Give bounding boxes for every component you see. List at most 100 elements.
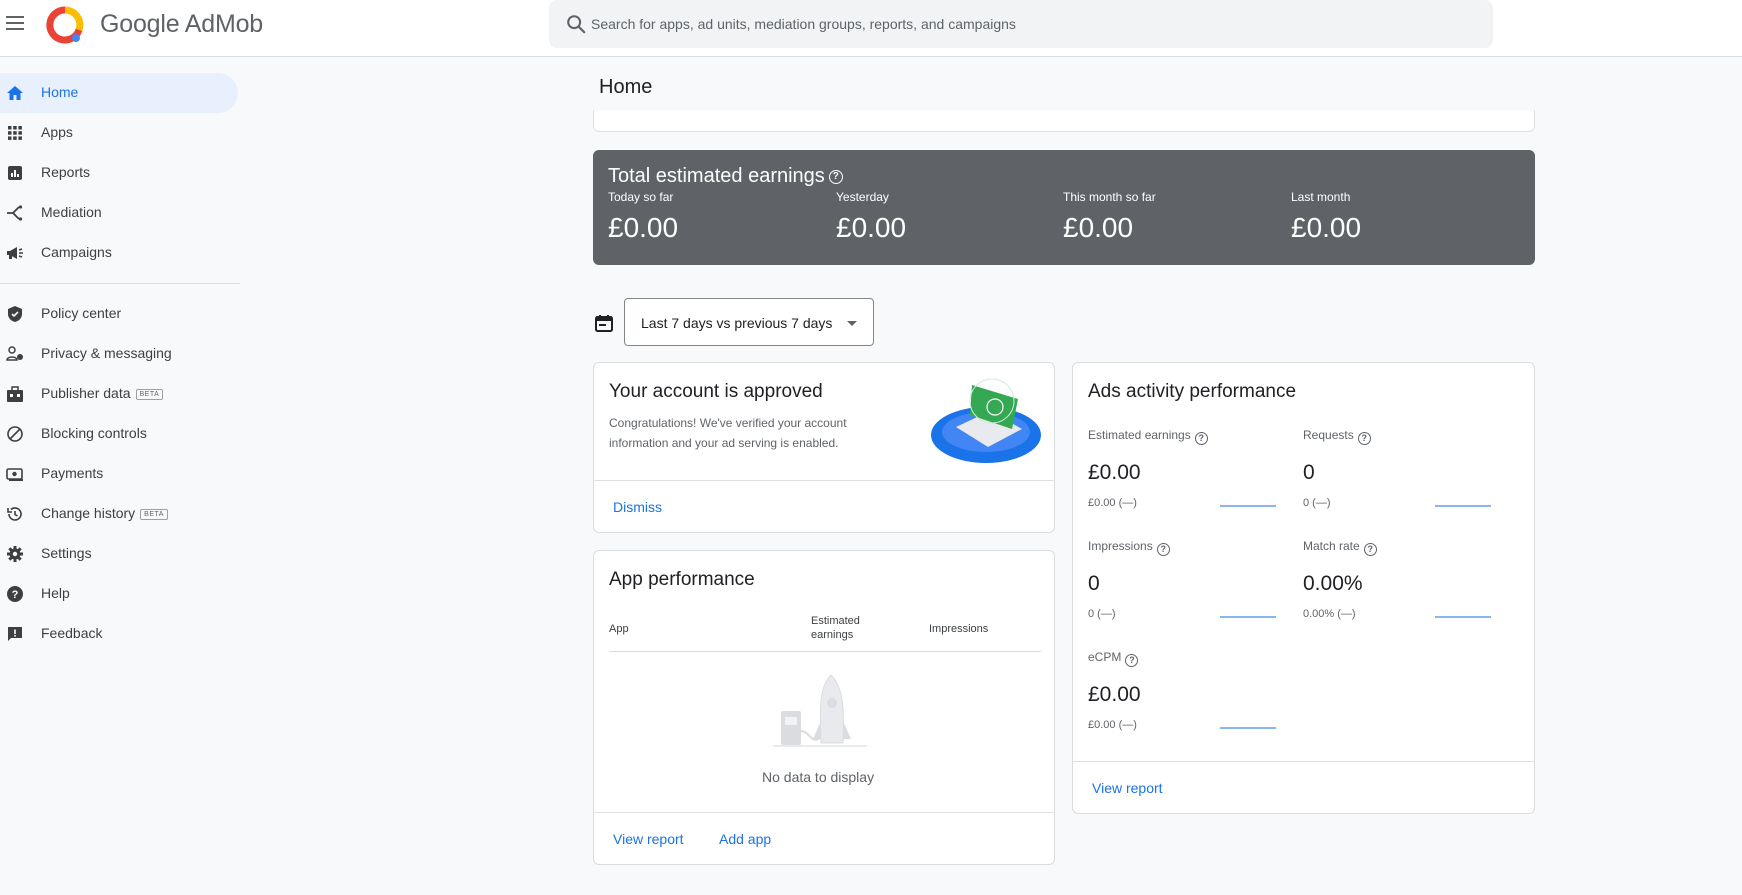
earnings-label: This month so far [1063, 190, 1156, 204]
column-header-estimated-earnings[interactable]: Estimated earnings [811, 614, 881, 642]
block-icon [7, 426, 23, 442]
metric-ecpm-label: eCPM? [1088, 650, 1139, 667]
shield-icon [8, 306, 22, 322]
earnings-value: £0.00 [1291, 212, 1362, 243]
card-divider [594, 812, 1054, 813]
card-title: App performance [609, 569, 755, 590]
sidebar-item-apps[interactable]: Apps [0, 113, 238, 153]
earnings-value: £0.00 [836, 212, 907, 243]
view-report-link[interactable]: View report [613, 831, 684, 847]
sidebar-divider [0, 283, 240, 284]
help-circle-icon[interactable]: ? [828, 170, 843, 184]
brand-name: Google AdMob [100, 10, 263, 38]
sidebar-item-campaigns[interactable]: Campaigns [0, 233, 238, 273]
column-header-impressions[interactable]: Impressions [929, 622, 988, 636]
help-circle-icon[interactable]: ? [1357, 432, 1371, 445]
sidebar-item-settings[interactable]: Settings [0, 534, 238, 574]
card-divider [1073, 761, 1534, 762]
sidebar-item-label: Help [41, 585, 70, 601]
earnings-last-month: Last month £0.00 [1291, 190, 1361, 244]
sidebar-item-label: Home [41, 84, 79, 100]
sidebar-item-label: Settings [41, 545, 92, 561]
add-app-link[interactable]: Add app [719, 831, 771, 847]
sparkline [1220, 505, 1276, 507]
sidebar-item-label: Policy center [41, 305, 122, 321]
metric-value: 0 [1303, 461, 1315, 484]
metric-estimated-earnings-label: Estimated earnings? [1088, 428, 1208, 445]
account-approved-card: Your account is approved Congratulations… [593, 362, 1055, 533]
card-divider [594, 480, 1054, 481]
date-range-dropdown[interactable]: Last 7 days vs previous 7 days [624, 298, 874, 346]
sidebar-item-label: Apps [41, 124, 73, 140]
metric-requests-label: Requests? [1303, 428, 1371, 445]
sidebar-item-mediation[interactable]: Mediation [0, 193, 238, 233]
sidebar-item-label: Reports [41, 164, 91, 180]
sidebar-item-label: Blocking controls [41, 425, 147, 441]
earnings-value: £0.00 [608, 212, 679, 243]
beta-badge: BETA [135, 389, 164, 400]
help-icon: ? [7, 586, 23, 602]
sidebar-item-change-history[interactable]: Change history BETA [0, 494, 238, 534]
calendar-icon [595, 315, 613, 332]
publisher-data-icon [7, 386, 23, 402]
home-icon [7, 86, 23, 100]
sidebar-item-reports[interactable]: Reports [0, 153, 238, 193]
sidebar-item-policy-center[interactable]: Policy center [0, 294, 238, 334]
dismiss-button[interactable]: Dismiss [613, 499, 662, 515]
sparkline [1220, 727, 1276, 729]
search-input[interactable] [591, 0, 1471, 48]
table-header-divider [609, 651, 1041, 652]
earnings-label: Last month [1291, 190, 1351, 204]
sidebar-item-label: Campaigns [41, 244, 112, 260]
svg-text:?: ? [12, 589, 19, 601]
page-title: Home [599, 76, 653, 98]
earnings-today: Today so far £0.00 [608, 190, 678, 244]
sidebar-item-feedback[interactable]: Feedback [0, 614, 238, 654]
card-title: Your account is approved [609, 381, 823, 402]
search-bar[interactable] [549, 0, 1493, 48]
metric-comparison: 0 (—) [1303, 497, 1331, 509]
sidebar-item-home[interactable]: Home [0, 73, 238, 113]
sparkline [1435, 616, 1491, 618]
gear-icon [7, 546, 23, 562]
card-description: Congratulations! We've verified your acc… [609, 416, 847, 450]
sidebar-item-label: Publisher data BETA [41, 385, 164, 401]
metric-comparison: 0.00% (—) [1303, 608, 1356, 620]
sparkline [1220, 616, 1276, 618]
sidebar-item-label: Privacy & messaging [41, 345, 172, 361]
help-circle-icon[interactable]: ? [1125, 654, 1139, 667]
beta-badge: BETA [140, 509, 168, 520]
sidebar-item-privacy-messaging[interactable]: Privacy & messaging [0, 334, 238, 374]
hamburger-menu-icon[interactable] [6, 16, 24, 30]
sidebar-item-publisher-data[interactable]: Publisher data BETA [0, 374, 238, 414]
total-earnings-card: Total estimated earnings? Today so far £… [593, 150, 1535, 265]
collapsed-card [593, 110, 1535, 132]
ads-activity-card: Ads activity performance Estimated earni… [1072, 362, 1535, 814]
card-title: Ads activity performance [1088, 381, 1297, 402]
sidebar-item-label: Mediation [41, 204, 102, 220]
sidebar-item-payments[interactable]: Payments [0, 454, 238, 494]
column-header-app[interactable]: App [609, 622, 629, 636]
reports-icon [8, 166, 22, 180]
sidebar-item-blocking-controls[interactable]: Blocking controls [0, 414, 238, 454]
help-circle-icon[interactable]: ? [1363, 543, 1377, 556]
sidebar-item-label: Feedback [41, 625, 103, 641]
sparkline [1435, 505, 1491, 507]
view-report-link[interactable]: View report [1092, 780, 1163, 796]
search-icon [567, 15, 586, 34]
admob-logo-icon [46, 6, 84, 44]
help-circle-icon[interactable]: ? [1194, 432, 1208, 445]
earnings-yesterday: Yesterday £0.00 [836, 190, 906, 244]
date-range-value: Last 7 days vs previous 7 days [641, 315, 833, 331]
app-performance-card: App performance App Estimated earnings I… [593, 550, 1055, 865]
payments-icon [6, 468, 23, 481]
metric-comparison: £0.00 (—) [1088, 497, 1137, 509]
mediation-icon [7, 205, 23, 221]
sidebar-item-help[interactable]: ? Help [0, 574, 238, 614]
earnings-value: £0.00 [1063, 212, 1134, 243]
metric-comparison: £0.00 (—) [1088, 719, 1137, 731]
metric-value: 0.00% [1303, 572, 1363, 595]
feedback-icon [8, 627, 22, 641]
earnings-label: Today so far [608, 190, 674, 204]
help-circle-icon[interactable]: ? [1156, 543, 1170, 556]
